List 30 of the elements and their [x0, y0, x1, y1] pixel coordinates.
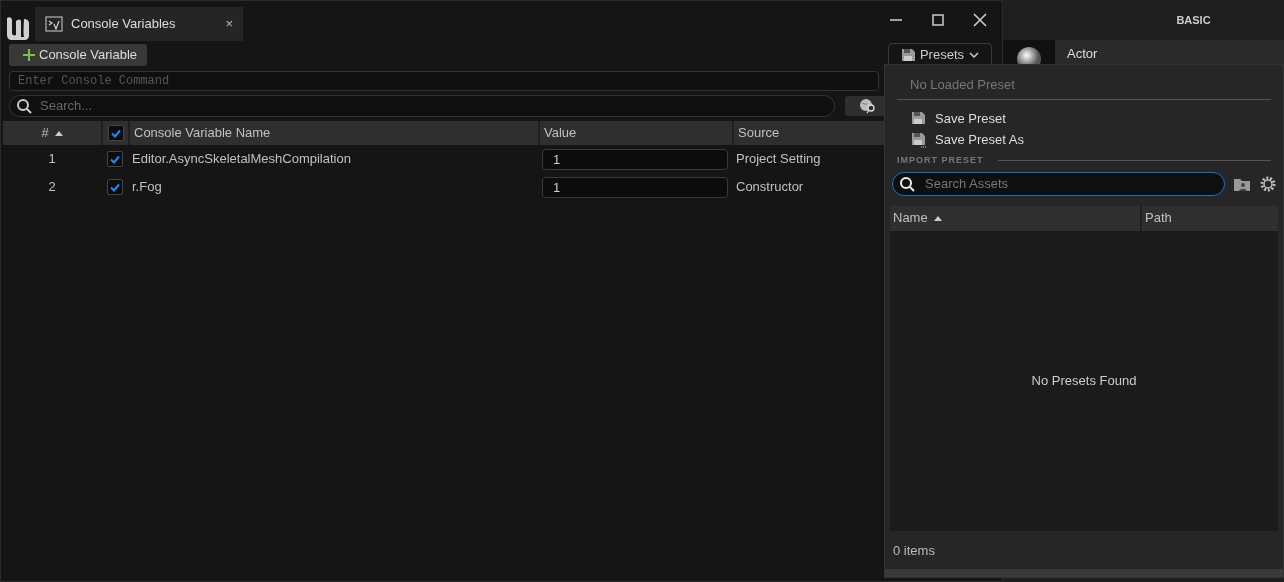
value-field[interactable]: 1 — [542, 176, 728, 198]
column-header[interactable]: Path — [1145, 208, 1172, 228]
row-number: 2 — [48, 178, 56, 197]
menu-item[interactable]: Save Preset — [885, 108, 1283, 129]
empty-message: No Presets Found — [1031, 372, 1137, 390]
menu-item[interactable]: Save Preset As — [885, 129, 1283, 150]
tab-title: Console Variables — [71, 15, 176, 34]
asset-search-box[interactable]: Search Assets — [892, 171, 1225, 196]
preset-status: No Loaded Preset — [909, 76, 1016, 94]
asset-search-field[interactable]: Search Assets — [923, 172, 1224, 195]
column-header[interactable]: Name — [893, 208, 928, 228]
source-text: Project Setting — [736, 150, 821, 169]
actor-label: Actor — [1067, 46, 1098, 61]
source-text: Constructor — [736, 178, 804, 197]
item-count: 0 items — [893, 543, 935, 558]
command-field[interactable]: Enter Console Command — [9, 71, 879, 91]
column-header[interactable]: Console Variable Name — [134, 123, 271, 143]
column-header[interactable]: # — [41, 123, 49, 143]
presets-button[interactable]: Presets — [887, 43, 992, 67]
value-field[interactable]: 1 — [542, 148, 728, 170]
row-number: 1 — [48, 150, 56, 169]
document-tab[interactable]: Console Variables × — [35, 7, 243, 41]
close-tab-button[interactable]: × — [225, 14, 233, 34]
variable-name: r.Fog — [132, 178, 162, 197]
column-header[interactable]: Value — [544, 123, 577, 143]
section-label: IMPORT PRESET — [897, 154, 984, 167]
panel-tab[interactable]: BASIC — [1176, 11, 1211, 29]
variable-name: Editor.AsyncSkeletalMeshCompilation — [132, 150, 351, 169]
add-variable-button[interactable]: Console Variable — [9, 44, 148, 66]
column-header[interactable]: Source — [738, 123, 780, 143]
